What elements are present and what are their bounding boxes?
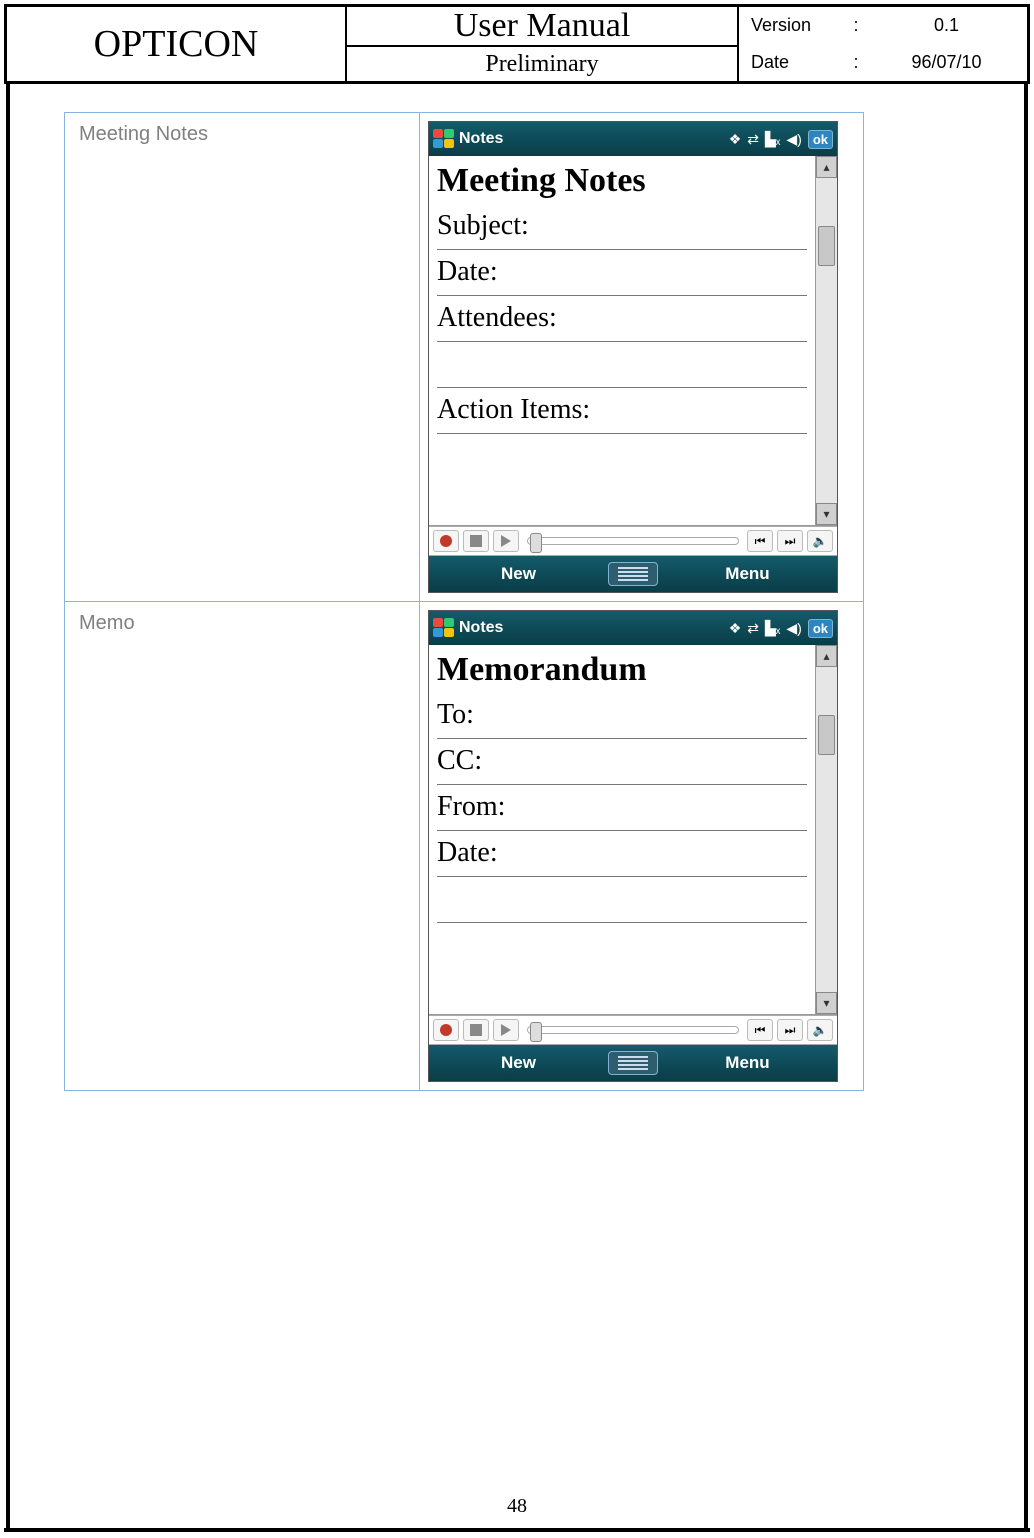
table-row: Memo Notes ❖ ⇄ ▙ₓ ◀) ok	[65, 602, 864, 1091]
template-label: Memo	[65, 602, 420, 1091]
signal-off-icon: ▙ₓ	[765, 620, 780, 637]
scrollbar[interactable]: ▴ ▾	[815, 645, 837, 1014]
app-title: Notes	[459, 130, 503, 148]
ok-button[interactable]: ok	[808, 619, 833, 638]
speaker-icon[interactable]: 🔈	[807, 530, 833, 552]
templates-table: Meeting Notes Notes ❖ ⇄ ▙ₓ ◀) ok	[64, 112, 864, 1091]
recording-toolbar: ⏮ ⏭ 🔈	[429, 1015, 837, 1045]
softkey-menu[interactable]: Menu	[658, 1053, 837, 1073]
start-icon[interactable]	[433, 129, 455, 149]
device-screenshot: Notes ❖ ⇄ ▙ₓ ◀) ok Meeting Notes Subject…	[428, 121, 838, 593]
play-button[interactable]	[493, 1019, 519, 1041]
version-label: Version	[751, 15, 846, 36]
note-line[interactable]: Date:	[437, 831, 807, 877]
speaker-icon[interactable]: 🔈	[807, 1019, 833, 1041]
play-button[interactable]	[493, 530, 519, 552]
recording-toolbar: ⏮ ⏭ 🔈	[429, 526, 837, 556]
sync-icon: ⇄	[747, 131, 759, 148]
scrollbar[interactable]: ▴ ▾	[815, 156, 837, 525]
keyboard-status-icon: ❖	[729, 620, 742, 637]
template-label: Meeting Notes	[65, 113, 420, 602]
note-line[interactable]	[437, 923, 807, 969]
note-editor[interactable]: Meeting Notes Subject: Date: Attendees: …	[429, 156, 815, 525]
ok-button[interactable]: ok	[808, 130, 833, 149]
skip-fwd-button[interactable]: ⏭	[777, 1019, 803, 1041]
note-line[interactable]: From:	[437, 785, 807, 831]
separator: :	[846, 15, 866, 36]
signal-off-icon: ▙ₓ	[765, 131, 780, 148]
note-line[interactable]: Action Items:	[437, 388, 807, 434]
stop-button[interactable]	[463, 530, 489, 552]
note-editor[interactable]: Memorandum To: CC: From: Date:	[429, 645, 815, 1014]
playback-slider[interactable]	[527, 1026, 739, 1034]
volume-icon: ◀)	[786, 131, 801, 148]
version-row: Version : 0.1	[739, 7, 1027, 44]
scroll-up-button[interactable]: ▴	[816, 645, 837, 667]
date-row: Date : 96/07/10	[739, 44, 1027, 81]
playback-slider[interactable]	[527, 537, 739, 545]
app-title: Notes	[459, 619, 503, 637]
status-bar: Notes ❖ ⇄ ▙ₓ ◀) ok	[429, 122, 837, 156]
skip-back-button[interactable]: ⏮	[747, 1019, 773, 1041]
device-screenshot: Notes ❖ ⇄ ▙ₓ ◀) ok Memorandum To: CC: Fr…	[428, 610, 838, 1082]
keyboard-toggle-icon[interactable]	[608, 1051, 658, 1075]
note-heading: Meeting Notes	[437, 158, 807, 204]
scroll-thumb[interactable]	[818, 226, 835, 266]
record-button[interactable]	[433, 530, 459, 552]
note-line[interactable]	[437, 877, 807, 923]
stop-button[interactable]	[463, 1019, 489, 1041]
page-number: 48	[0, 1495, 1034, 1518]
softkey-menu[interactable]: Menu	[658, 564, 837, 584]
softkey-new[interactable]: New	[429, 1053, 608, 1073]
note-line[interactable]: To:	[437, 693, 807, 739]
brand-cell: OPTICON	[7, 7, 347, 81]
date-label: Date	[751, 52, 846, 73]
note-line[interactable]: CC:	[437, 739, 807, 785]
sync-icon: ⇄	[747, 620, 759, 637]
note-line[interactable]	[437, 434, 807, 480]
scroll-thumb[interactable]	[818, 715, 835, 755]
version-value: 0.1	[866, 15, 1027, 36]
note-heading: Memorandum	[437, 647, 807, 693]
status-bar: Notes ❖ ⇄ ▙ₓ ◀) ok	[429, 611, 837, 645]
volume-icon: ◀)	[786, 620, 801, 637]
soft-key-bar: New Menu	[429, 1045, 837, 1081]
skip-fwd-button[interactable]: ⏭	[777, 530, 803, 552]
note-line[interactable]: Date:	[437, 250, 807, 296]
soft-key-bar: New Menu	[429, 556, 837, 592]
scroll-down-button[interactable]: ▾	[816, 503, 837, 525]
table-row: Meeting Notes Notes ❖ ⇄ ▙ₓ ◀) ok	[65, 113, 864, 602]
doc-header: OPTICON User Manual Preliminary Version …	[4, 4, 1030, 84]
note-line[interactable]: Attendees:	[437, 296, 807, 342]
scroll-down-button[interactable]: ▾	[816, 992, 837, 1014]
softkey-new[interactable]: New	[429, 564, 608, 584]
start-icon[interactable]	[433, 618, 455, 638]
scroll-up-button[interactable]: ▴	[816, 156, 837, 178]
date-value: 96/07/10	[866, 52, 1027, 73]
keyboard-status-icon: ❖	[729, 131, 742, 148]
doc-subtitle: Preliminary	[347, 47, 737, 81]
note-line[interactable]	[437, 342, 807, 388]
skip-back-button[interactable]: ⏮	[747, 530, 773, 552]
keyboard-toggle-icon[interactable]	[608, 562, 658, 586]
doc-title: User Manual	[347, 7, 737, 47]
page-border-bottom	[4, 1528, 1030, 1532]
separator: :	[846, 52, 866, 73]
record-button[interactable]	[433, 1019, 459, 1041]
note-line[interactable]: Subject:	[437, 204, 807, 250]
